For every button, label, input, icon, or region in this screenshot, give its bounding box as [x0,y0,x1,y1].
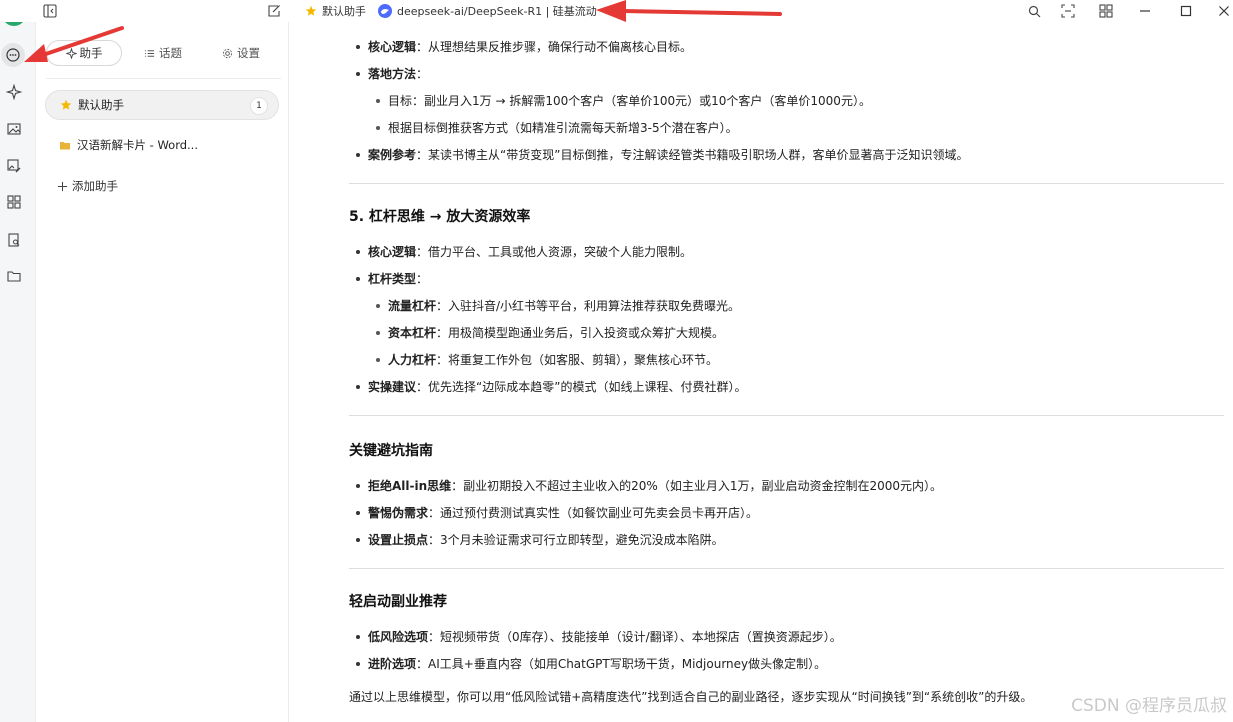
maximize-icon [1180,5,1192,17]
rail-image-button[interactable] [3,118,25,140]
star-icon [60,99,72,110]
model-logo-icon [378,4,392,18]
assistant-sidebar: 助手 话题 设置 默认助手 1 汉语新解卡片 - Word... 添加助手 [36,22,289,722]
list-item: 拒绝All-in思维：副业初期投入不超过主业收入的20%（如主业月入1万，副业启… [356,477,942,495]
list-item: 资本杠杆：用极简模型跑通业务后，引入投资或众筹扩大规模。 [376,324,724,342]
assistant-item-label: 汉语新解卡片 - Word... [77,138,198,152]
expand-button[interactable] [1053,0,1083,22]
tab-label: 话题 [159,46,182,60]
minimize-icon [1140,10,1150,12]
gear-icon [222,48,233,58]
toggle-sidebar-button[interactable] [43,0,57,22]
model-selector[interactable]: deepseek-ai/DeepSeek-R1 | 硅基流动 [378,0,597,22]
divider [349,568,1224,569]
model-selector-label: deepseek-ai/DeepSeek-R1 | 硅基流动 [397,5,597,18]
list-item: 核心逻辑：借力平台、工具或他人资源，突破个人能力限制。 [356,243,692,261]
grid-icon [7,195,21,209]
tab-label: 设置 [237,46,260,60]
document-search-icon [8,233,20,247]
list-item: 低风险选项：短视频带货（0库存）、技能接单（设计/翻译）、本地探店（置换资源起步… [356,628,842,646]
list-item: 人力杠杆：将重复工作外包（如客服、剪辑），聚焦核心环节。 [376,351,718,369]
close-icon [1219,6,1229,16]
add-assistant-button[interactable]: 添加助手 [57,178,118,194]
tab-settings[interactable]: 设置 [222,40,260,66]
tab-topics[interactable]: 话题 [144,40,182,66]
closing-paragraph: 通过以上思维模型，你可以用“低风险试错+高精度迭代”找到适合自己的副业路径，逐步… [349,690,1033,704]
close-button[interactable] [1209,0,1233,22]
rail-folder-button[interactable] [3,265,25,287]
plus-icon [57,181,68,191]
rail-document-button[interactable] [3,229,25,251]
section-heading: 关键避坑指南 [349,443,433,459]
watermark: CSDN @程序员瓜叔 [1071,696,1227,716]
search-icon [1028,5,1040,17]
list-icon [144,49,155,57]
folder-icon [60,142,70,150]
maximize-button[interactable] [1171,0,1201,22]
sparkle-icon [6,84,22,100]
chat-content: 核心逻辑：从理想结果反推步骤，确保行动不偏离核心目标。 落地方法： 目标：副业月… [290,22,1233,722]
list-item: 警惕伪需求：通过预付费测试真实性（如餐饮副业可先卖会员卡再开店）。 [356,504,758,522]
divider [349,183,1224,184]
section-heading: 轻启动副业推荐 [349,594,447,610]
list-item: 设置止损点：3个月未验证需求可行立即转型，避免沉没成本陷阱。 [356,531,724,549]
current-assistant[interactable]: 默认助手 [305,0,366,22]
list-item: 杠杆类型： [356,270,428,288]
assistant-item-chinese-card[interactable]: 汉语新解卡片 - Word... [45,130,279,160]
list-item: 进阶选项：AI工具+垂直内容（如用ChatGPT写职场干货，Midjourney… [356,655,826,673]
list-item: 流量杠杆：入驻抖音/小红书等平台，利用算法推荐获取免费曝光。 [376,297,740,315]
new-chat-button[interactable] [267,0,281,22]
rail-sparkle-button[interactable] [3,81,25,103]
annotation-arrow-top [596,0,782,22]
list-item: 实操建议：优先选择“边际成本趋零”的模式（如线上课程、付费社群）。 [356,378,746,396]
current-assistant-label: 默认助手 [322,5,366,18]
tabs-divider [46,78,281,79]
assistant-item-default[interactable]: 默认助手 1 [45,90,279,120]
divider [349,415,1224,416]
minimize-button[interactable] [1130,0,1160,22]
sidebar-toggle-icon [43,4,57,18]
assistant-item-label: 默认助手 [78,98,124,112]
add-assistant-label: 添加助手 [72,179,118,193]
section-heading: 5. 杠杆思维 → 放大资源效率 [349,209,531,225]
left-rail [0,0,36,722]
image-icon [7,123,21,135]
layout-grid-icon [1099,4,1113,18]
expand-icon [1061,4,1075,18]
rail-image-edit-button[interactable] [3,155,25,177]
list-item: 核心逻辑：从理想结果反推步骤，确保行动不偏离核心目标。 [356,38,692,56]
star-icon [305,5,317,16]
list-item: 目标：副业月入1万 → 拆解需100个客户（客单价100元）或10个客户（客单价… [376,92,871,110]
image-edit-icon [7,159,21,173]
annotation-arrow-left [24,26,124,62]
list-item: 落地方法： [356,65,428,83]
list-item: 案例参考：某读书博主从“带货变现”目标倒推，专注解读经管类书籍吸引职场人群，客单… [356,146,968,164]
edit-icon [268,5,280,17]
rail-apps-button[interactable] [3,191,25,213]
layout-button[interactable] [1091,0,1121,22]
list-item: 根据目标倒推获客方式（如精准引流需每天新增3-5个潜在客户）。 [376,119,738,137]
folder-icon [7,271,21,282]
search-button[interactable] [1019,0,1049,22]
topic-count-badge: 1 [250,97,268,115]
